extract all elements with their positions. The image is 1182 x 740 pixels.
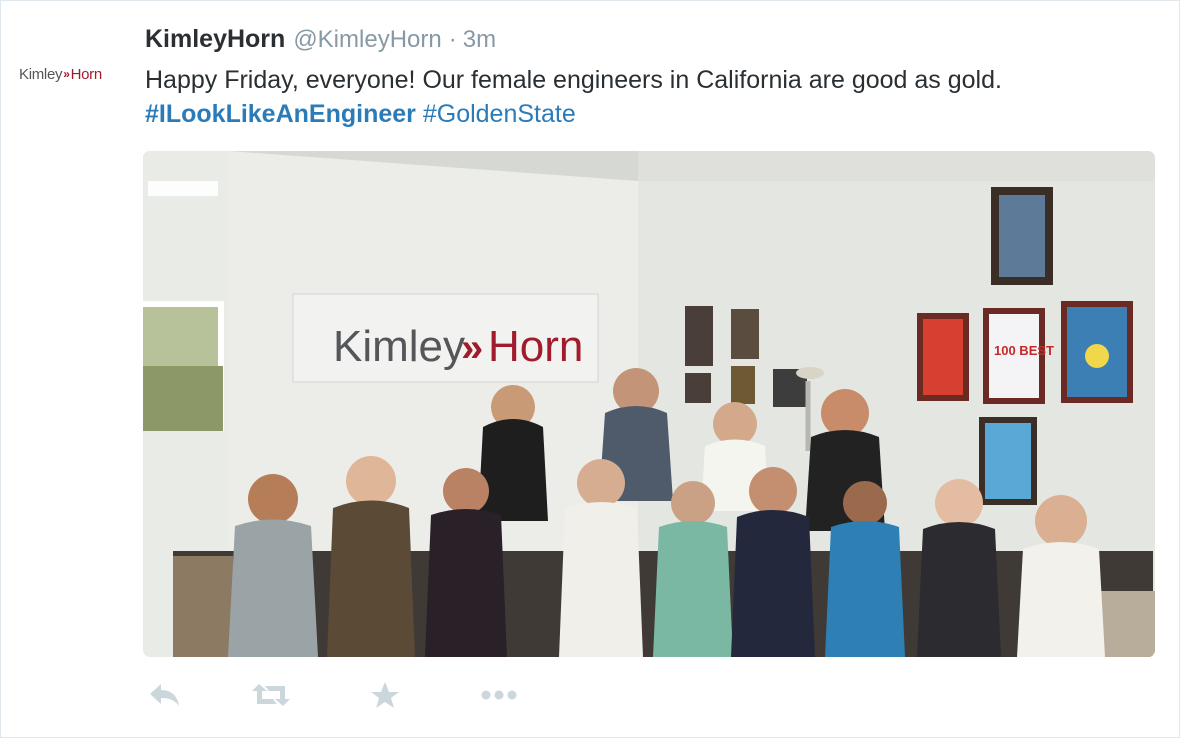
retweet-icon <box>252 684 290 706</box>
tweet-actions <box>145 677 519 713</box>
tweet-timestamp[interactable]: 3m <box>463 26 496 54</box>
avatar-brand-left: Kimley <box>19 65 63 83</box>
photo-plaque <box>685 306 713 366</box>
more-button[interactable] <box>479 677 519 713</box>
star-icon <box>371 682 399 708</box>
photo-poster-text: 100 BEST <box>994 343 1054 358</box>
avatar-brand-right: Horn <box>70 65 103 83</box>
reply-button[interactable] <box>145 677 185 713</box>
tweet-photo[interactable]: Kimley » Horn 100 BEST <box>143 151 1155 657</box>
photo-illustration: Kimley » Horn 100 BEST <box>143 151 1155 657</box>
hashtag-link[interactable]: #ILookLikeAnEngineer <box>145 100 416 128</box>
photo-sign-right: Horn <box>488 322 583 371</box>
avatar-brand-arrows: » <box>63 67 70 81</box>
photo-plaque <box>731 366 755 404</box>
photo-sign-left: Kimley <box>333 322 465 371</box>
photo-light <box>148 181 218 196</box>
tweet-text-line: Happy Friday, everyone! Our female engin… <box>145 66 1002 94</box>
header-separator: · <box>448 26 457 53</box>
tweet-header: KimleyHorn @KimleyHorn · 3m <box>145 25 496 57</box>
avatar[interactable]: Kimley» Horn <box>19 49 129 99</box>
author-screen-name[interactable]: @KimleyHorn <box>293 26 441 54</box>
photo-sign-arrows: » <box>461 326 483 370</box>
tweet-hashtags-line: #ILookLikeAnEngineer #GoldenState <box>145 97 1155 131</box>
favorite-button[interactable] <box>365 677 405 713</box>
photo-plaque <box>685 373 711 403</box>
reply-icon <box>150 684 179 706</box>
retweet-button[interactable] <box>251 677 291 713</box>
more-icon <box>481 690 517 700</box>
hashtag-link[interactable]: #GoldenState <box>423 100 576 128</box>
tweet-card[interactable]: Kimley» Horn KimleyHorn @KimleyHorn · 3m … <box>0 0 1180 738</box>
author-fullname[interactable]: KimleyHorn <box>145 25 285 54</box>
photo-plaque <box>731 309 759 359</box>
tweet-text: Happy Friday, everyone! Our female engin… <box>145 63 1155 131</box>
